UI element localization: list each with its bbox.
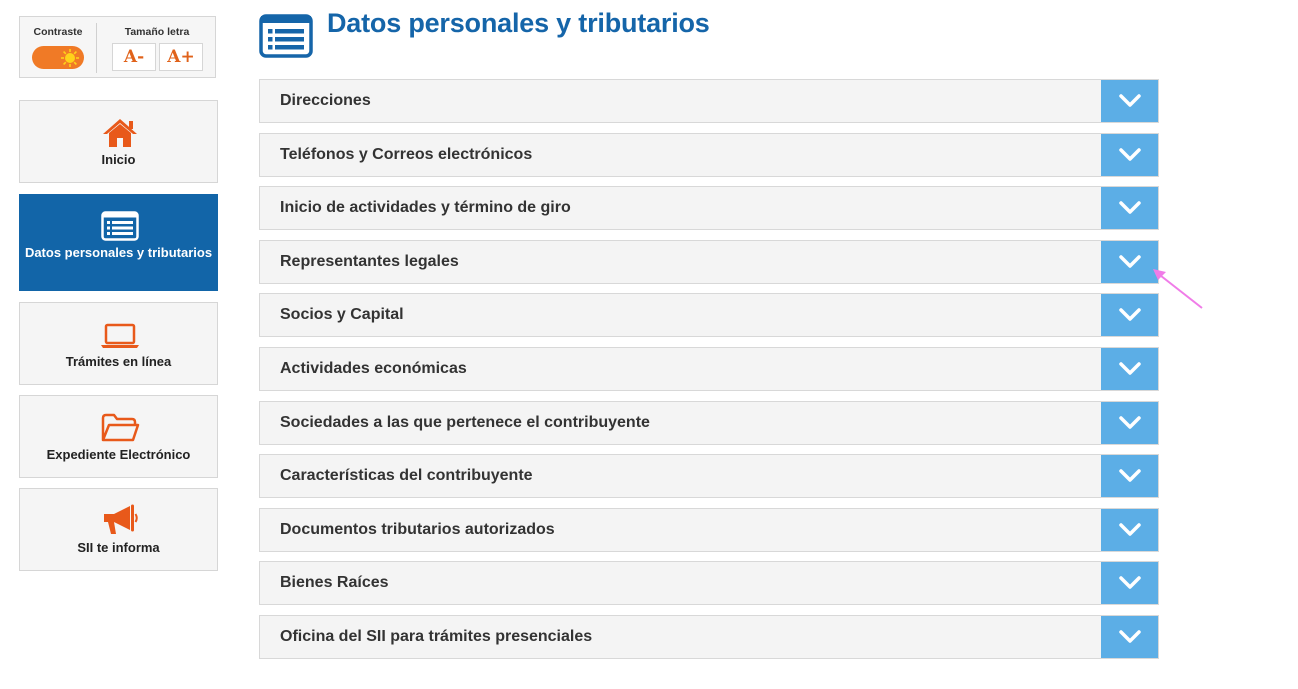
accordion-label: Sociedades a las que pertenece el contri… [280, 414, 650, 431]
sidebar-item-tramites[interactable]: Trámites en línea [19, 302, 218, 385]
accordion-row[interactable]: Actividades económicas [259, 347, 1159, 391]
expand-button[interactable] [1101, 348, 1158, 390]
chevron-down-icon [1118, 148, 1141, 161]
accessibility-panel: Contraste Tamaño letra A- A+ [19, 16, 216, 78]
chevron-down-icon [1118, 469, 1141, 482]
accordion-row[interactable]: Sociedades a las que pertenece el contri… [259, 401, 1159, 445]
sun-icon [59, 47, 81, 69]
expand-button[interactable] [1101, 509, 1158, 551]
chevron-down-icon [1118, 201, 1141, 214]
expand-button[interactable] [1101, 562, 1158, 604]
expand-button[interactable] [1101, 80, 1158, 122]
accordion-row[interactable]: Socios y Capital [259, 293, 1159, 337]
megaphone-icon [103, 504, 138, 534]
accordion-label: Oficina del SII para trámites presencial… [280, 628, 593, 645]
accordion-row[interactable]: Teléfonos y Correos electrónicos [259, 133, 1159, 177]
decrease-font-button[interactable]: A- [112, 43, 156, 71]
accordion-label: Representantes legales [280, 253, 459, 270]
sidebar-item-label: Trámites en línea [65, 354, 172, 369]
laptop-icon [100, 323, 139, 348]
accordion-row[interactable]: Documentos tributarios autorizados [259, 508, 1159, 552]
chevron-down-icon [1118, 362, 1141, 375]
list-card-icon [100, 211, 139, 241]
sidebar-item-sii-informa[interactable]: SII te informa [19, 488, 218, 571]
contrast-toggle[interactable] [32, 46, 84, 69]
expand-button[interactable] [1101, 402, 1158, 444]
chevron-down-icon [1118, 255, 1141, 268]
contrast-label: Contraste [33, 26, 83, 38]
sidebar-item-inicio[interactable]: Inicio [19, 100, 218, 183]
accordion-row[interactable]: Direcciones [259, 79, 1159, 123]
accordion-label: Direcciones [280, 92, 371, 109]
chevron-down-icon [1118, 576, 1141, 589]
chevron-down-icon [1118, 416, 1141, 429]
increase-font-button[interactable]: A+ [159, 43, 203, 71]
expand-button[interactable] [1101, 455, 1158, 497]
accordion-label: Socios y Capital [280, 306, 404, 323]
sidebar-item-datos-personales[interactable]: Datos personales y tributarios [19, 194, 218, 291]
chevron-down-icon [1118, 308, 1141, 321]
sidebar-item-expediente[interactable]: Expediente Electrónico [19, 395, 218, 478]
accordion-row[interactable]: Representantes legales [259, 240, 1159, 284]
page-title: Datos personales y tributarios [327, 8, 710, 38]
expand-button[interactable] [1101, 134, 1158, 176]
accordion-label: Bienes Raíces [280, 574, 389, 591]
folder-icon [101, 413, 139, 442]
accordion-row[interactable]: Bienes Raíces [259, 561, 1159, 605]
sidebar-item-label: Expediente Electrónico [46, 447, 191, 462]
sidebar-item-label: Inicio [101, 152, 136, 167]
expand-button[interactable] [1101, 616, 1158, 658]
accordion-label: Actividades económicas [280, 360, 467, 377]
accordion-label: Teléfonos y Correos electrónicos [280, 146, 533, 163]
pointer-arrow-icon [1153, 269, 1203, 309]
sidebar-item-label: Datos personales y tributarios [24, 245, 213, 260]
accordion-label: Características del contribuyente [280, 467, 533, 484]
accordion-row[interactable]: Características del contribuyente [259, 454, 1159, 498]
accordion-label: Inicio de actividades y término de giro [280, 199, 571, 216]
font-size-label: Tamaño letra [124, 26, 190, 38]
home-icon [102, 119, 137, 147]
chevron-down-icon [1118, 94, 1141, 107]
chevron-down-icon [1118, 630, 1141, 643]
expand-button[interactable] [1101, 187, 1158, 229]
accordion-row[interactable]: Inicio de actividades y término de giro [259, 186, 1159, 230]
accordion-row[interactable]: Oficina del SII para trámites presencial… [259, 615, 1159, 659]
accordion-label: Documentos tributarios autorizados [280, 521, 555, 538]
chevron-down-icon [1118, 523, 1141, 536]
list-card-icon [259, 14, 313, 58]
sidebar-item-label: SII te informa [77, 540, 160, 555]
